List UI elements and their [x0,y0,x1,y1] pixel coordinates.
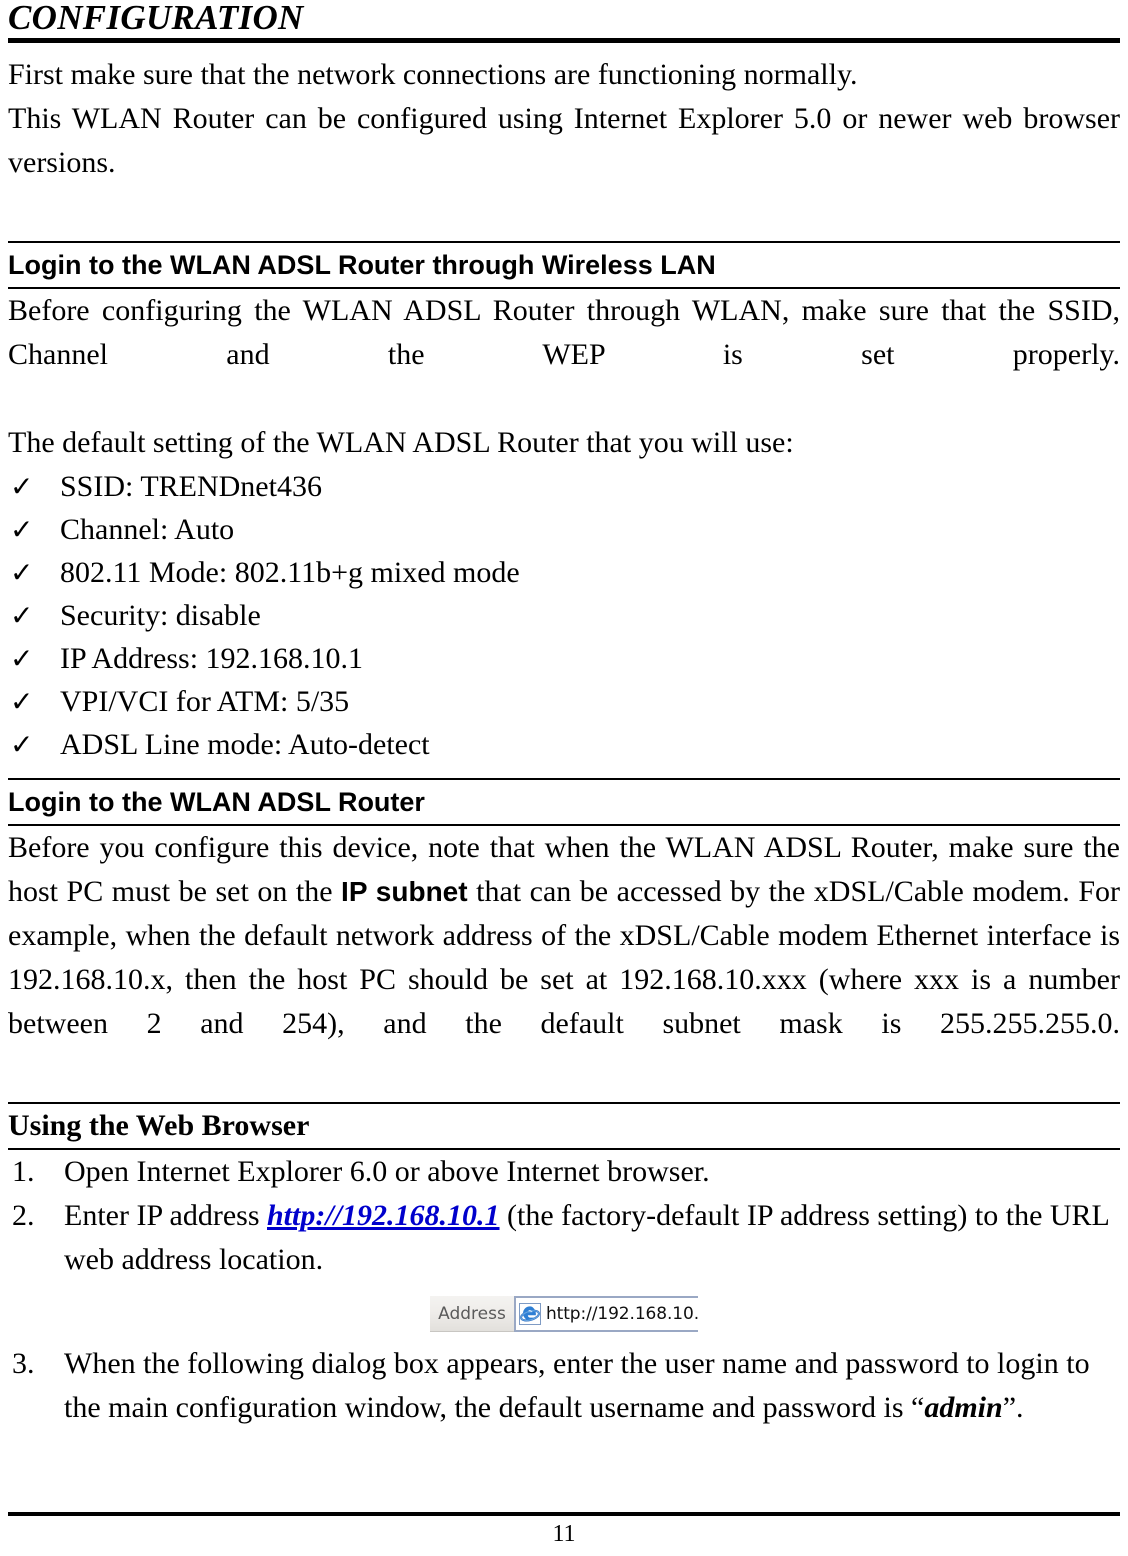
step-number: 1. [12,1155,35,1188]
list-item-label: IP Address: 192.168.10.1 [60,642,364,675]
list-item-label: 802.11 Mode: 802.11b+g mixed mode [60,556,520,589]
list-item: ✓ VPI/VCI for ATM: 5/35 [8,680,1120,723]
section-heading-block: Using the Web Browser [8,1102,1120,1150]
wireless-lan-paragraph-1: Before configuring the WLAN ADSL Router … [8,294,1120,371]
list-item: ✓ Security: disable [8,594,1120,637]
list-item: 1. Open Internet Explorer 6.0 or above I… [8,1150,1120,1194]
router-url-link[interactable]: http://192.168.10.1 [267,1199,500,1232]
section-heading-login-router: Login to the WLAN ADSL Router [8,787,425,817]
wireless-lan-paragraph-2: The default setting of the WLAN ADSL Rou… [8,426,794,459]
title-divider [8,38,1120,43]
list-item: 2. Enter IP address http://192.168.10.1 (… [8,1194,1120,1282]
chapter-title: CONFIGURATION [8,0,304,37]
checkmark-icon: ✓ [10,513,34,546]
address-bar-input[interactable]: http://192.168.10.1 [514,1296,698,1332]
checkmark-icon: ✓ [10,556,34,589]
list-item-label: VPI/VCI for ATM: 5/35 [60,685,350,718]
step-number: 2. [12,1199,35,1232]
list-item-label: ADSL Line mode: Auto-detect [60,728,430,761]
list-item: ✓ ADSL Line mode: Auto-detect [8,723,1120,766]
address-bar-url-text: http://192.168.10.1 [546,1304,698,1324]
step-text-after: ”. [1002,1391,1024,1424]
section-login-wireless-lan: Login to the WLAN ADSL Router through Wi… [8,241,1120,766]
internet-explorer-icon [519,1303,541,1325]
web-browser-steps: 1. Open Internet Explorer 6.0 or above I… [8,1150,1120,1282]
step-text-before: Enter IP address [64,1199,267,1232]
list-item-label: SSID: TRENDnet436 [60,470,322,503]
document-page: CONFIGURATION First make sure that the n… [0,0,1128,1556]
list-item: ✓ SSID: TRENDnet436 [8,465,1120,508]
step-text: Open Internet Explorer 6.0 or above Inte… [64,1155,710,1188]
checkmark-icon: ✓ [10,599,34,632]
address-bar-label: Address [430,1296,514,1332]
page-number: 11 [552,1521,576,1547]
step-number: 3. [12,1347,35,1380]
list-item: ✓ IP Address: 192.168.10.1 [8,637,1120,680]
section-heading-block: Login to the WLAN ADSL Router [8,778,1120,826]
page-footer: 11 [8,1512,1120,1548]
section-heading-web-browser: Using the Web Browser [8,1109,310,1142]
default-settings-list: ✓ SSID: TRENDnet436 ✓ Channel: Auto ✓ 80… [8,465,1120,766]
checkmark-icon: ✓ [10,728,34,761]
emphasis-ip-subnet: IP subnet [341,876,468,907]
list-item-label: Security: disable [60,599,261,632]
checkmark-icon: ✓ [10,470,34,503]
address-bar-figure: Address http://192.168.10.1 [8,1296,1120,1332]
checkmark-icon: ✓ [10,642,34,675]
section-using-web-browser: Using the Web Browser 1. Open Internet E… [8,1102,1120,1430]
footer-divider [8,1512,1120,1516]
web-browser-steps-continued: 3. When the following dialog box appears,… [8,1342,1120,1430]
intro-line-1: First make sure that the network connect… [8,58,858,91]
list-item: ✓ Channel: Auto [8,508,1120,551]
emphasis-admin: admin [924,1391,1003,1424]
login-router-paragraph: Before you configure this device, note t… [8,826,1120,1090]
browser-address-bar[interactable]: Address http://192.168.10.1 [430,1296,698,1332]
list-item: 3. When the following dialog box appears,… [8,1342,1120,1430]
list-item: ✓ 802.11 Mode: 802.11b+g mixed mode [8,551,1120,594]
list-item-label: Channel: Auto [60,513,235,546]
section-heading-block: Login to the WLAN ADSL Router through Wi… [8,241,1120,289]
section-heading-wireless-lan: Login to the WLAN ADSL Router through Wi… [8,250,716,280]
checkmark-icon: ✓ [10,685,34,718]
intro-line-2: This WLAN Router can be configured using… [8,102,1120,179]
section-login-router: Login to the WLAN ADSL Router Before you… [8,778,1120,1090]
